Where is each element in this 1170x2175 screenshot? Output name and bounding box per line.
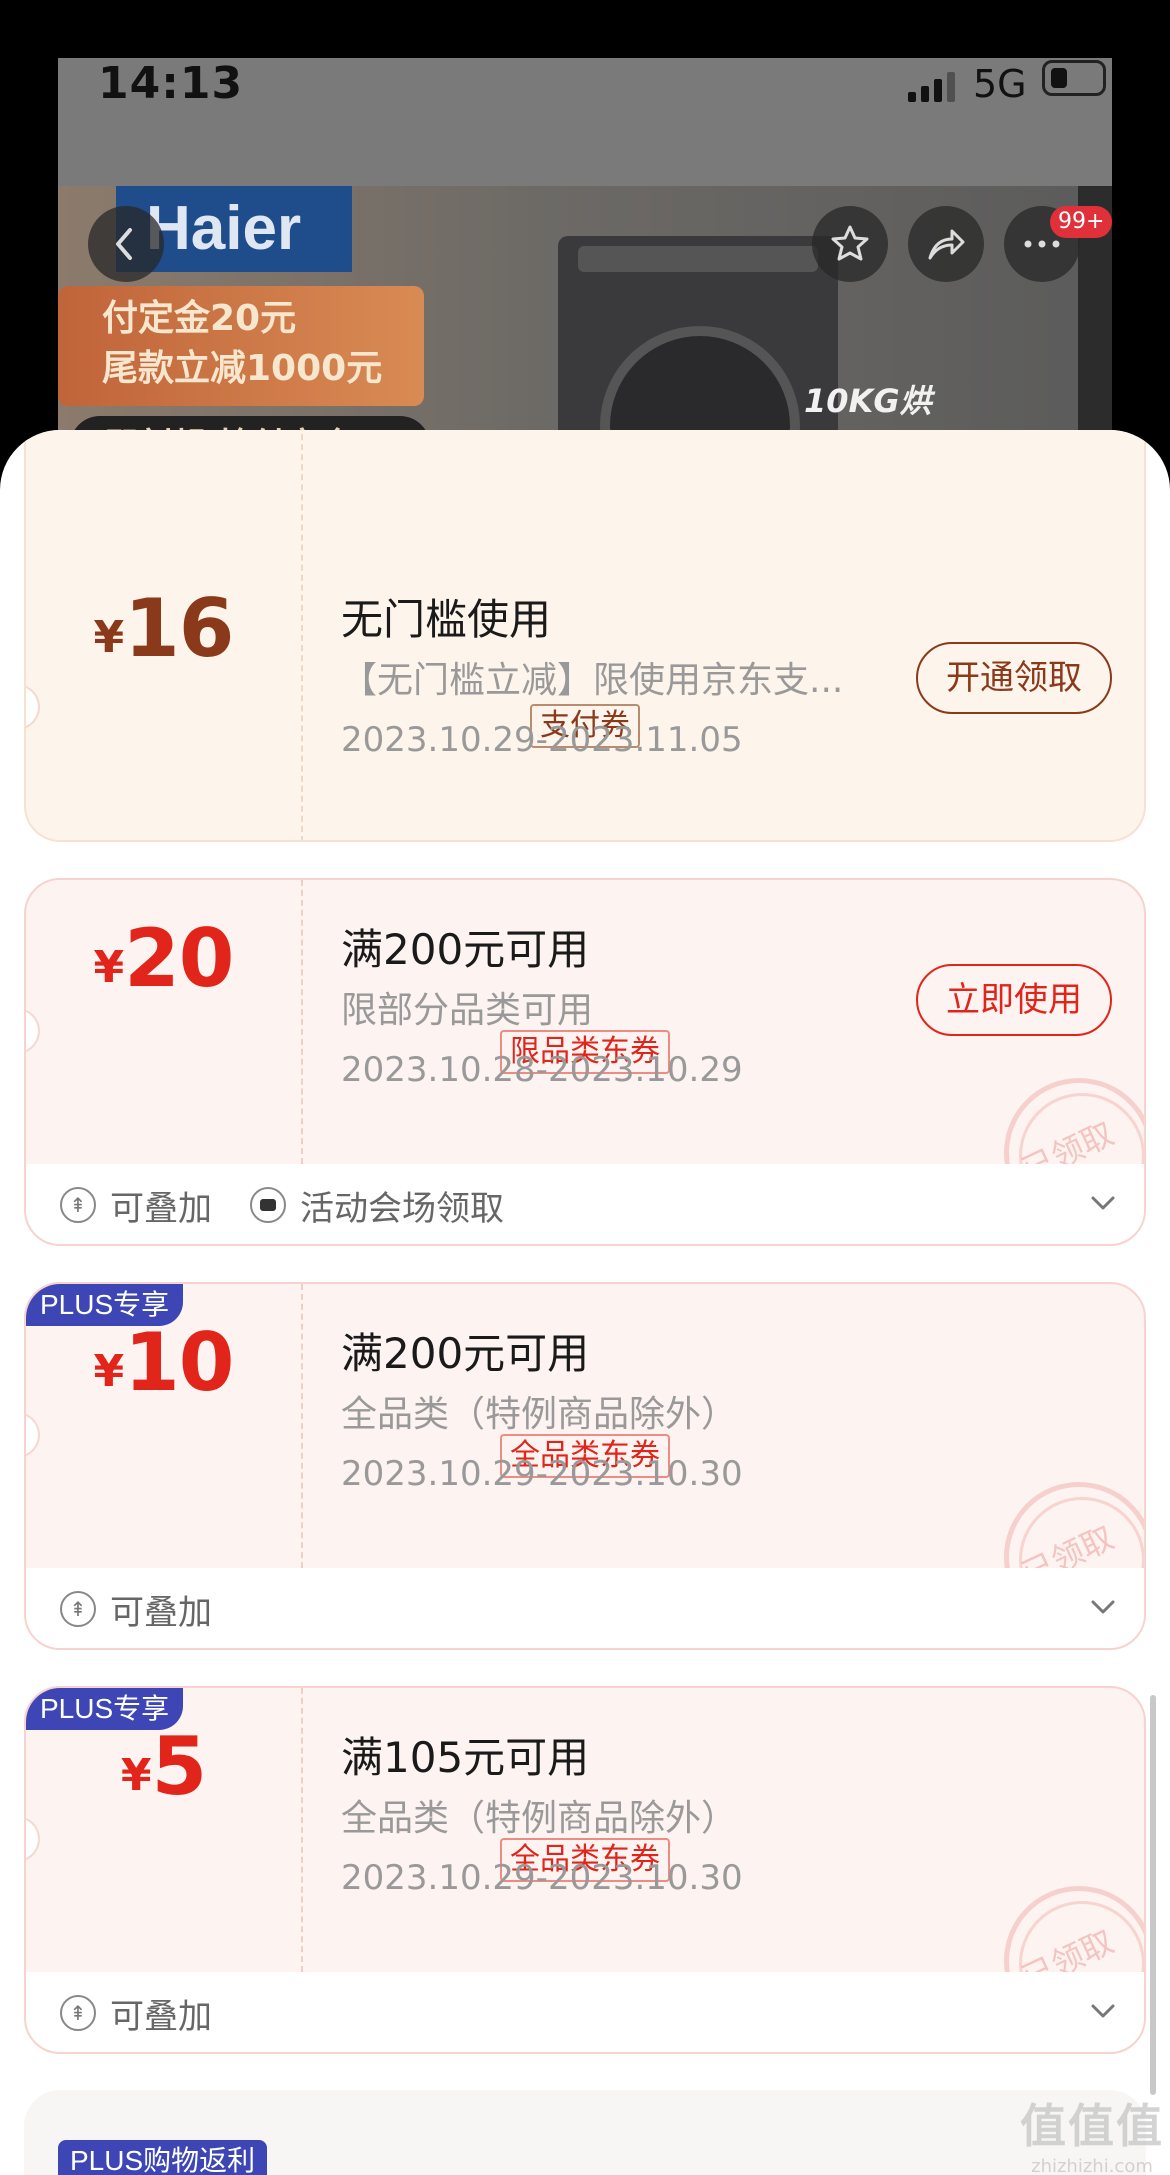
stackable-label: 可叠加: [60, 1568, 212, 1648]
coupon-title: 满200元可用: [341, 1329, 590, 1378]
coupon-card: PLUS专享 ¥10 全品类东券 满200元可用 全品类（特例商品除外） 202…: [24, 1282, 1146, 1650]
currency-symbol: ¥: [93, 612, 125, 663]
coupon-card: ¥20 限品类东券 满200元可用 限部分品类可用 2023.10.28-202…: [24, 878, 1146, 1246]
coupon-sheet: 优惠 ¥16 支付券 无门槛使用 【无门槛立减】限使用京东支... 2023.1…: [0, 430, 1170, 2175]
activate-claim-button[interactable]: 开通领取: [916, 642, 1112, 714]
chevron-down-icon[interactable]: [1088, 1996, 1118, 2026]
amount-value: 5: [151, 1720, 207, 1813]
chevron-left-icon: [116, 228, 132, 260]
amount-value: 16: [124, 582, 234, 675]
amount-value: 10: [124, 1316, 234, 1409]
plus-rebate-tag: PLUS购物返利: [58, 2140, 268, 2175]
coupon-footer[interactable]: 可叠加: [26, 1568, 1144, 1648]
status-bar: 14:13 5G: [58, 58, 1112, 186]
amount-value: 20: [124, 912, 234, 1005]
currency-symbol: ¥: [93, 1346, 125, 1397]
status-time: 14:13: [98, 58, 244, 109]
coupon-amount: ¥16: [26, 582, 301, 675]
chevron-down-icon[interactable]: [1088, 1188, 1118, 1218]
battery-icon: [1042, 60, 1106, 96]
coupon-info: 满105元可用 全品类（特例商品除外） 2023.10.29-2023.10.3…: [341, 1730, 743, 1902]
ticket-icon: [250, 1187, 286, 1223]
coupon-title: 满105元可用: [341, 1733, 590, 1782]
coupon-amount: ¥5: [26, 1720, 301, 1813]
coupon-validity: 2023.10.29-2023.11.05: [341, 720, 743, 760]
coupon-info: 满200元可用 限部分品类可用 2023.10.28-2023.10.29: [341, 922, 743, 1094]
coupon-card: PLUS专享 ¥5 全品类东券 满105元可用 全品类（特例商品除外） 2023…: [24, 1686, 1146, 2054]
coupon-description: 全品类（特例商品除外）: [341, 1394, 738, 1435]
currency-symbol: ¥: [120, 1750, 152, 1801]
chevron-down-icon[interactable]: [1088, 1592, 1118, 1622]
promo-line-2: 尾款立减1000元: [102, 348, 383, 389]
stackable-label: 可叠加: [60, 1972, 212, 2052]
coupon-validity: 2023.10.29-2023.10.30: [341, 1454, 743, 1494]
coupon-description: 限部分品类可用: [341, 990, 594, 1031]
notification-badge: 99+: [1050, 206, 1113, 238]
coupon-description: 【无门槛立减】限使用京东支...: [341, 660, 844, 701]
product-capacity-label: 10KG烘: [804, 382, 932, 420]
coupon-title: 满200元可用: [341, 925, 590, 974]
coupon-validity: 2023.10.29-2023.10.30: [341, 1858, 743, 1898]
washing-machine-image: [558, 236, 838, 458]
coupon-info: 无门槛使用 【无门槛立减】限使用京东支... 2023.10.29-2023.1…: [341, 592, 843, 764]
coupon-card: ¥16 支付券 无门槛使用 【无门槛立减】限使用京东支... 2023.10.2…: [24, 430, 1146, 842]
stack-icon: [60, 1591, 96, 1627]
back-button[interactable]: [88, 206, 164, 282]
coupon-description: 全品类（特例商品除外）: [341, 1798, 738, 1839]
coupon-validity: 2023.10.28-2023.10.29: [341, 1050, 743, 1090]
coupon-footer[interactable]: 可叠加 活动会场领取: [26, 1164, 1144, 1244]
coupon-amount: ¥10: [26, 1316, 301, 1409]
watermark: 值值值 zhizhizhi.com: [1020, 2099, 1164, 2175]
share-button[interactable]: [908, 206, 984, 282]
coupon-title: 无门槛使用: [341, 595, 552, 644]
coupon-amount: ¥20: [26, 912, 301, 1005]
star-icon: [831, 225, 869, 261]
stackable-label: 可叠加: [60, 1164, 212, 1244]
currency-symbol: ¥: [93, 942, 125, 993]
scrollbar[interactable]: [1150, 1695, 1156, 2095]
signal-icon: [908, 72, 955, 102]
plus-rebate-card[interactable]: PLUS购物返利: [24, 2090, 1146, 2175]
use-now-button[interactable]: 立即使用: [916, 964, 1112, 1036]
promo-banner: 付定金20元 尾款立减1000元: [58, 286, 424, 406]
stack-icon: [60, 1187, 96, 1223]
share-icon: [928, 229, 965, 260]
coupon-info: 满200元可用 全品类（特例商品除外） 2023.10.29-2023.10.3…: [341, 1326, 743, 1498]
promo-line-1: 付定金20元: [102, 298, 297, 339]
favorite-button[interactable]: [812, 206, 888, 282]
stack-icon: [60, 1995, 96, 2031]
coupon-footer[interactable]: 可叠加: [26, 1972, 1144, 2052]
network-type: 5G: [973, 62, 1027, 106]
source-label: 活动会场领取: [250, 1164, 504, 1244]
